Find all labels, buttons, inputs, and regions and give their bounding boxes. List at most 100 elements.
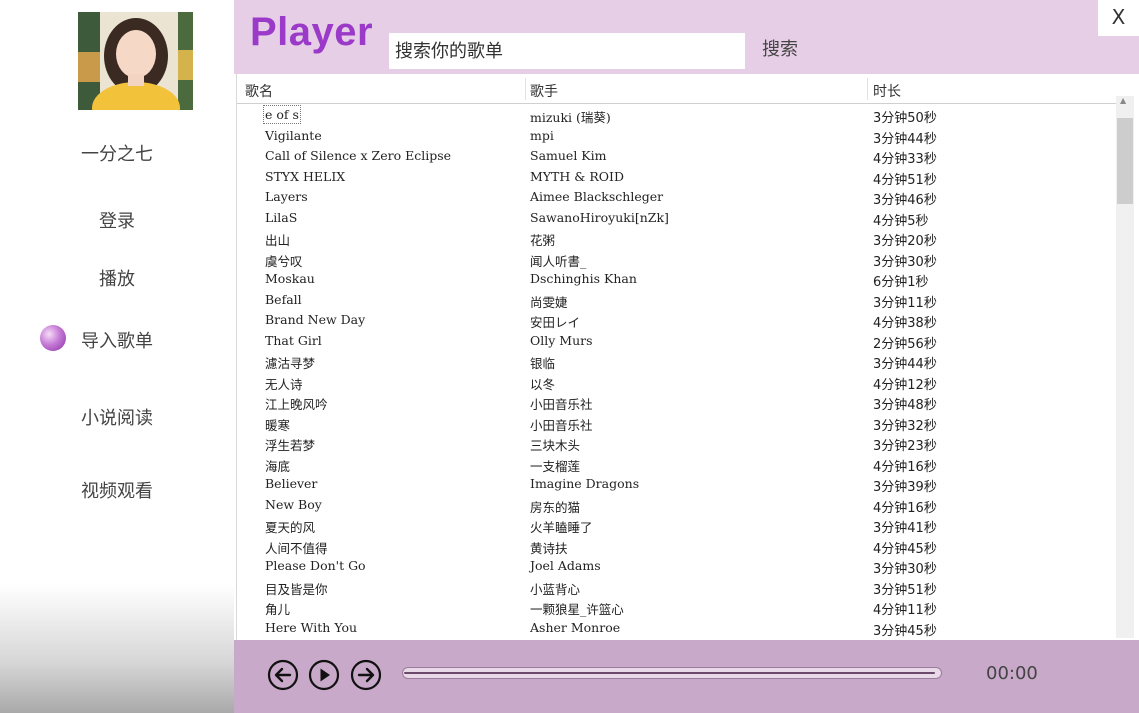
- song-artist-cell: Joel Adams: [530, 558, 601, 573]
- song-duration-cell: 3分钟32秒: [873, 418, 937, 434]
- song-duration-cell: 3分钟30秒: [873, 562, 937, 577]
- table-row[interactable]: 无人诗 以冬 4分钟12秒: [237, 372, 1117, 393]
- previous-button[interactable]: [267, 659, 299, 691]
- table-row[interactable]: That Girl Olly Murs 2分钟56秒: [237, 331, 1117, 352]
- song-artist-cell: 黄诗扶: [530, 540, 568, 556]
- song-duration-cell: 4分钟45秒: [873, 541, 937, 557]
- nav-import-playlist[interactable]: 导入歌单: [0, 327, 234, 353]
- song-name-cell: STYX HELIX: [265, 168, 346, 184]
- song-artist-cell: 小蓝背心: [530, 581, 581, 597]
- table-row[interactable]: LilaS SawanoHiroyuki[nZk] 4分钟5秒: [237, 208, 1117, 229]
- nav-video-watching[interactable]: 视频观看: [0, 477, 234, 503]
- table-row[interactable]: 角儿 一颗狼星_许篮心 4分钟11秒: [237, 597, 1117, 618]
- nav-play[interactable]: 播放: [0, 265, 234, 291]
- table-row[interactable]: 江上晚风吟 小田音乐社 3分钟48秒: [237, 392, 1117, 413]
- table-row[interactable]: 目及皆是你 小蓝背心 3分钟51秒: [237, 577, 1117, 598]
- arrow-right-circle-icon: [350, 659, 382, 691]
- song-artist-cell: 银临: [530, 356, 556, 371]
- song-artist-cell: 闻人听書_: [530, 253, 587, 269]
- table-row[interactable]: e of s mizuki (瑞葵) 3分钟50秒: [237, 105, 1117, 126]
- song-duration-cell: 3分钟44秒: [873, 357, 937, 372]
- song-duration-cell: 4分钟16秒: [873, 500, 937, 516]
- search-button[interactable]: 搜索: [762, 35, 798, 61]
- song-artist-cell: mizuki (瑞葵): [530, 110, 611, 125]
- scroll-thumb[interactable]: [1117, 118, 1133, 204]
- table-row[interactable]: 夏天的风 火羊瞌睡了 3分钟41秒: [237, 515, 1117, 536]
- app-title: Player: [250, 10, 374, 54]
- avatar[interactable]: [78, 12, 193, 110]
- column-header-name[interactable]: 歌名: [245, 81, 273, 101]
- song-artist-cell: Olly Murs: [530, 332, 593, 348]
- song-name-cell: Please Don't Go: [265, 558, 366, 573]
- song-name-cell: 出山: [265, 233, 291, 248]
- song-duration-cell: 4分钟38秒: [873, 316, 937, 331]
- next-button[interactable]: [350, 659, 382, 691]
- song-duration-cell: 4分钟12秒: [873, 377, 937, 393]
- song-duration-cell: 3分钟11秒: [873, 295, 937, 311]
- song-artist-cell: SawanoHiroyuki[nZk]: [530, 209, 669, 225]
- song-artist-cell: Dschinghis Khan: [530, 271, 637, 286]
- play-button[interactable]: [308, 659, 340, 691]
- column-header-duration[interactable]: 时长: [873, 81, 901, 101]
- arrow-left-circle-icon: [267, 659, 299, 691]
- song-name-cell: 浮生若梦: [265, 438, 316, 453]
- song-artist-cell: MYTH & ROID: [530, 168, 624, 184]
- table-row[interactable]: Call of Silence x Zero Eclipse Samuel Kim…: [237, 146, 1117, 167]
- song-name-cell: Befall: [265, 291, 302, 307]
- table-row[interactable]: Befall 尚雯婕 3分钟11秒: [237, 290, 1117, 311]
- song-duration-cell: 3分钟45秒: [873, 623, 937, 639]
- song-name-cell: Here With You: [265, 619, 358, 635]
- song-duration-cell: 3分钟51秒: [873, 582, 937, 598]
- song-duration-cell: 4分钟51秒: [873, 172, 937, 188]
- table-row[interactable]: Vigilante mpi 3分钟44秒: [237, 126, 1117, 147]
- table-row[interactable]: 暖寒 小田音乐社 3分钟32秒: [237, 413, 1117, 434]
- song-artist-cell: Samuel Kim: [530, 148, 607, 163]
- table-row[interactable]: 浮生若梦 三块木头 3分钟23秒: [237, 433, 1117, 454]
- table-row[interactable]: STYX HELIX MYTH & ROID 4分钟51秒: [237, 167, 1117, 188]
- song-name-cell: Vigilante: [265, 127, 322, 143]
- song-duration-cell: 3分钟30秒: [873, 254, 937, 270]
- song-name-cell: 海底: [265, 458, 291, 474]
- song-duration-cell: 4分钟11秒: [873, 603, 937, 618]
- vertical-scrollbar[interactable]: ▲: [1116, 96, 1134, 638]
- table-row[interactable]: New Boy 房东的猫 4分钟16秒: [237, 495, 1117, 516]
- table-row[interactable]: 出山 花粥 3分钟20秒: [237, 228, 1117, 249]
- table-row[interactable]: Moskau Dschinghis Khan 6分钟1秒: [237, 269, 1117, 290]
- table-row[interactable]: 濾沽寻梦 银临 3分钟44秒: [237, 351, 1117, 372]
- song-duration-cell: 3分钟46秒: [873, 193, 937, 208]
- scroll-up-arrow-icon[interactable]: ▲: [1120, 96, 1126, 105]
- column-divider[interactable]: [525, 78, 526, 100]
- table-row[interactable]: 人间不值得 黄诗扶 4分钟45秒: [237, 536, 1117, 557]
- song-artist-cell: 小田音乐社: [530, 397, 593, 412]
- song-duration-cell: 2分钟56秒: [873, 336, 937, 352]
- table-row[interactable]: Please Don't Go Joel Adams 3分钟30秒: [237, 556, 1117, 577]
- song-duration-cell: 3分钟50秒: [873, 111, 937, 126]
- song-name-cell: Believer: [265, 476, 318, 491]
- nav-novel-reading[interactable]: 小说阅读: [0, 404, 234, 430]
- time-display: 00:00: [986, 663, 1038, 684]
- song-artist-cell: Aimee Blackschleger: [530, 189, 664, 204]
- column-header-artist[interactable]: 歌手: [530, 81, 558, 101]
- table-row[interactable]: Brand New Day 安田レイ 4分钟38秒: [237, 310, 1117, 331]
- play-circle-icon: [308, 659, 340, 691]
- song-name-cell: e of s: [263, 105, 301, 124]
- nav-login[interactable]: 登录: [0, 207, 234, 233]
- song-name-cell: Layers: [265, 189, 308, 204]
- table-row[interactable]: Here With You Asher Monroe 3分钟45秒: [237, 618, 1117, 639]
- table-row[interactable]: 海底 一支榴莲 4分钟16秒: [237, 454, 1117, 475]
- song-duration-cell: 3分钟44秒: [873, 131, 937, 147]
- song-artist-cell: Asher Monroe: [530, 619, 621, 635]
- progress-fill: [404, 672, 935, 674]
- song-artist-cell: 火羊瞌睡了: [530, 520, 593, 535]
- song-name-cell: 濾沽寻梦: [265, 356, 316, 371]
- song-duration-cell: 6分钟1秒: [873, 275, 929, 290]
- song-rows: e of s mizuki (瑞葵) 3分钟50秒 Vigilante mpi 3分钟44…: [237, 105, 1117, 639]
- progress-slider[interactable]: [402, 667, 942, 679]
- table-row[interactable]: Believer Imagine Dragons 3分钟39秒: [237, 474, 1117, 495]
- search-input[interactable]: [389, 33, 745, 69]
- close-button[interactable]: X: [1098, 0, 1139, 36]
- column-divider[interactable]: [867, 78, 868, 100]
- table-row[interactable]: 虞兮叹 闻人听書_ 3分钟30秒: [237, 249, 1117, 270]
- table-row[interactable]: Layers Aimee Blackschleger 3分钟46秒: [237, 187, 1117, 208]
- table-header: 歌名 歌手 时长: [237, 74, 1117, 104]
